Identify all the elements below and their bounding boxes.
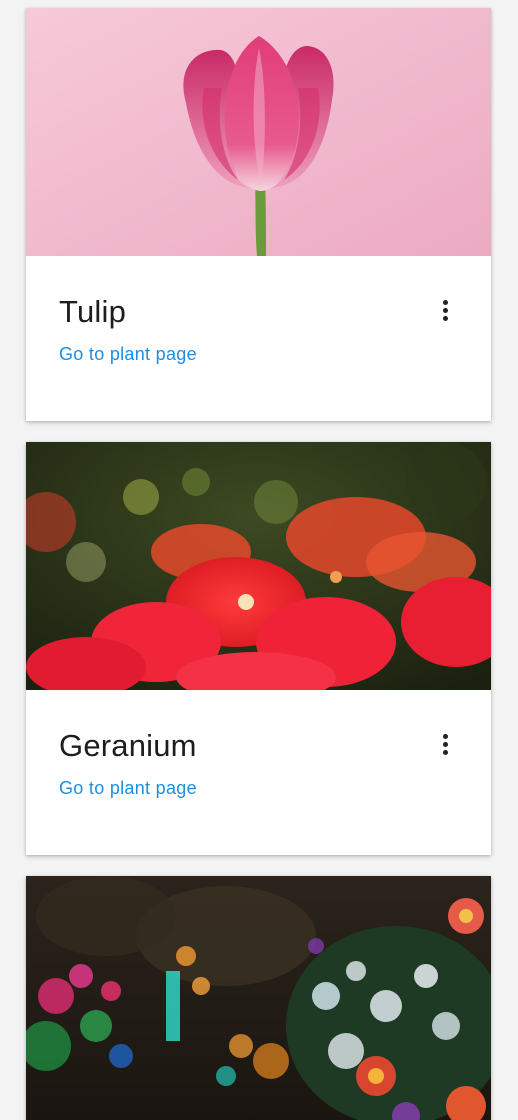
more-vert-icon[interactable] <box>439 734 451 760</box>
plant-title: Geranium <box>59 728 197 763</box>
garden-image <box>26 876 491 1120</box>
tulip-photo <box>26 8 491 256</box>
plant-card-tulip: Tulip Go to plant page <box>26 8 491 421</box>
plant-card-list: Tulip Go to plant page Geranium Go to pl… <box>0 0 518 1120</box>
go-to-plant-page-link[interactable]: Go to plant page <box>59 778 197 799</box>
garden-flowers-photo <box>26 876 491 1120</box>
more-vert-icon[interactable] <box>439 300 451 326</box>
plant-card-geranium: Geranium Go to plant page <box>26 442 491 855</box>
card-content: Geranium Go to plant page <box>26 690 491 855</box>
geranium-image <box>26 442 491 690</box>
card-content: Tulip Go to plant page <box>26 256 491 421</box>
plant-card-garden <box>26 876 491 1120</box>
tulip-image <box>26 8 491 256</box>
geranium-photo <box>26 442 491 690</box>
plant-title: Tulip <box>59 294 127 329</box>
go-to-plant-page-link[interactable]: Go to plant page <box>59 344 197 365</box>
